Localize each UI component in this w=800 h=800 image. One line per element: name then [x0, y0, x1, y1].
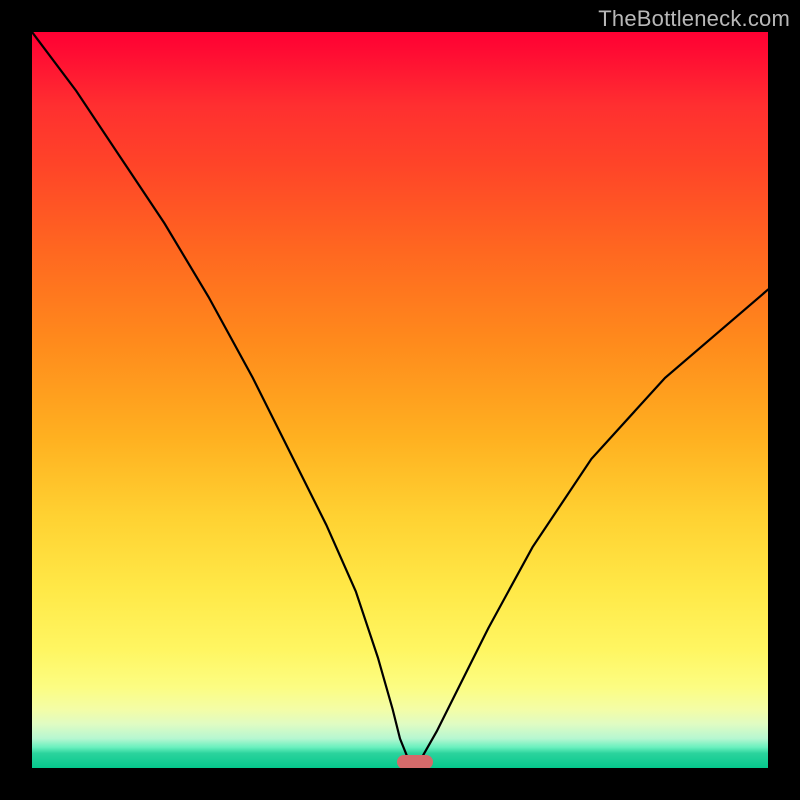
- gradient-background: [32, 32, 768, 768]
- min-point-marker: [397, 755, 433, 768]
- chart-frame: TheBottleneck.com: [0, 0, 800, 800]
- plot-area: [32, 32, 768, 768]
- watermark-text: TheBottleneck.com: [598, 6, 790, 32]
